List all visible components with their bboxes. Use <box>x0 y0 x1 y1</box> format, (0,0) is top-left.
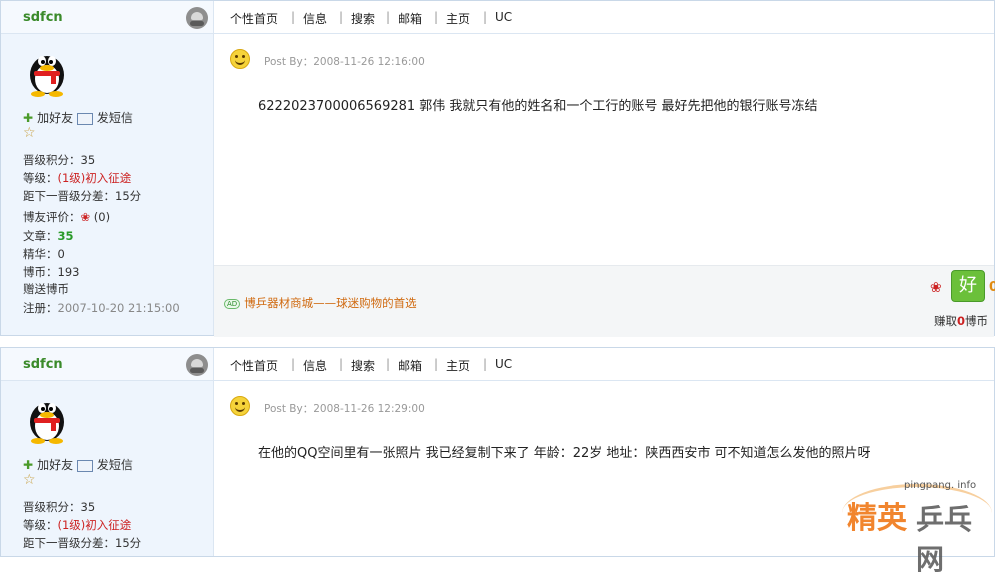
post-content: 6222023700006569281 郭伟 我就只有他的姓名和一个工行的账号 … <box>258 99 818 114</box>
earn-suffix: 博币 <box>965 314 989 328</box>
nav-home[interactable]: 个性首页 <box>230 10 278 27</box>
post-footer: AD 博乒器材商城——球迷购物的首选 ❀ 好 0 赚取0博币 <box>214 265 995 337</box>
user-sidebar: sdfcn ✚ 加好友 发短信 ☆ 晋级积分：35 等级：(1级)初入征途 距下一… <box>1 1 214 335</box>
to-next-level: 距下一晋级分差：15分 <box>23 189 142 203</box>
earn-coins: 赚取0博币 <box>934 313 988 329</box>
avatar[interactable] <box>23 392 71 444</box>
articles-label: 文章： <box>23 229 58 243</box>
rating-count: (0) <box>93 210 111 224</box>
star-icon: ☆ <box>23 472 36 488</box>
user-actions: ✚ 加好友 发短信 <box>23 109 133 126</box>
nav-mailbox[interactable]: 邮箱 <box>398 357 422 374</box>
user-status-icon <box>186 354 208 376</box>
earn-prefix: 赚取 <box>934 314 957 328</box>
nav-sep: | <box>386 10 391 24</box>
nav-homepage[interactable]: 主页 <box>446 357 470 374</box>
good-count: 0 <box>989 280 995 295</box>
score: 晋级积分：35 <box>23 500 96 514</box>
plus-icon: ✚ <box>23 111 34 125</box>
essence: 精华：0 <box>23 247 65 261</box>
nav-sep: | <box>434 10 439 24</box>
username-link[interactable]: sdfcn <box>23 357 63 372</box>
star-icon: ☆ <box>23 125 36 141</box>
nav-sep: | <box>291 10 296 24</box>
earn-value: 0 <box>957 314 966 328</box>
envelope-icon <box>76 112 93 125</box>
user-header: sdfcn <box>1 1 213 34</box>
nav-sep: | <box>386 357 391 371</box>
user-header: sdfcn <box>1 348 213 381</box>
nav-search[interactable]: 搜索 <box>351 357 375 374</box>
avatar[interactable] <box>23 45 71 97</box>
ad-link[interactable]: 博乒器材商城——球迷购物的首选 <box>244 296 417 310</box>
level-label: 等级： <box>23 171 58 185</box>
nav-sep: | <box>339 10 344 24</box>
articles: 文章：35 <box>23 227 74 245</box>
rating-label: 博友评价： <box>23 210 81 224</box>
plus-icon: ✚ <box>23 458 34 472</box>
nav-home[interactable]: 个性首页 <box>230 357 278 374</box>
nav-sep: | <box>339 357 344 371</box>
smiley-icon <box>230 49 250 69</box>
postby-time: 2008-11-26 12:29:00 <box>313 403 425 415</box>
send-message-link[interactable]: 发短信 <box>97 458 133 472</box>
nav-uc[interactable]: UC <box>495 10 512 24</box>
user-sidebar: sdfcn ✚ 加好友 发短信 ☆ 晋级积分：35 等级：(1级)初入征途 距下一… <box>1 348 214 556</box>
post-content: 在他的QQ空间里有一张照片 我已经复制下来了 年龄：22岁 地址：陕西西安市 可… <box>258 446 871 461</box>
nav-info[interactable]: 信息 <box>303 357 327 374</box>
good-button[interactable]: 好 <box>951 270 985 302</box>
rating: 博友评价：❀ (0) <box>23 208 110 226</box>
watermark-brand-b: 乒乓网 <box>916 503 973 576</box>
level: 等级：(1级)初入征途 <box>23 169 131 187</box>
flower-icon: ❀ <box>80 210 91 224</box>
user-nav: 个性首页 | 信息 | 搜索 | 邮箱 | 主页 | UC <box>214 1 994 34</box>
watermark-brand-a: 精英 <box>847 501 907 536</box>
reg-value: 2007-10-20 21:15:00 <box>57 301 180 315</box>
coins: 博币：193 <box>23 265 80 279</box>
add-friend-link[interactable]: 加好友 <box>37 458 73 472</box>
postby-time: 2008-11-26 12:16:00 <box>313 56 425 68</box>
add-friend-link[interactable]: 加好友 <box>37 111 73 125</box>
nav-uc[interactable]: UC <box>495 357 512 371</box>
envelope-icon <box>76 459 93 472</box>
user-nav: 个性首页 | 信息 | 搜索 | 邮箱 | 主页 | UC <box>214 348 994 381</box>
ad-link-wrap: AD 博乒器材商城——球迷购物的首选 <box>224 295 417 311</box>
articles-value: 35 <box>57 229 74 243</box>
rose-icon[interactable]: ❀ <box>930 280 942 296</box>
user-status-icon <box>186 7 208 29</box>
user-actions: ✚ 加好友 发短信 <box>23 456 133 473</box>
nav-sep: | <box>483 357 488 371</box>
nav-search[interactable]: 搜索 <box>351 10 375 27</box>
nav-sep: | <box>434 357 439 371</box>
postby-label: Post By： <box>264 403 314 415</box>
postby-label: Post By： <box>264 56 314 68</box>
watermark-url: pingpang. info <box>904 480 977 491</box>
registered: 注册：2007-10-20 21:15:00 <box>23 299 180 317</box>
to-next-level: 距下一晋级分差：15分 <box>23 536 142 550</box>
level-value: (1级)初入征途 <box>57 518 132 532</box>
post-meta: Post By：2008-11-26 12:29:00 <box>264 401 425 416</box>
send-message-link[interactable]: 发短信 <box>97 111 133 125</box>
post-meta: Post By：2008-11-26 12:16:00 <box>264 54 425 69</box>
smiley-icon <box>230 396 250 416</box>
level: 等级：(1级)初入征途 <box>23 516 131 534</box>
nav-homepage[interactable]: 主页 <box>446 10 470 27</box>
nav-sep: | <box>483 10 488 24</box>
score: 晋级积分：35 <box>23 153 96 167</box>
nav-sep: | <box>291 357 296 371</box>
username-link[interactable]: sdfcn <box>23 10 63 25</box>
gift-coins-link[interactable]: 赠送博币 <box>23 280 69 298</box>
reg-label: 注册： <box>23 301 58 315</box>
ad-badge: AD <box>224 298 241 309</box>
nav-mailbox[interactable]: 邮箱 <box>398 10 422 27</box>
nav-info[interactable]: 信息 <box>303 10 327 27</box>
post-1: sdfcn ✚ 加好友 发短信 ☆ 晋级积分：35 等级：(1级)初入征途 距下一… <box>0 0 995 337</box>
level-label: 等级： <box>23 518 58 532</box>
level-value: (1级)初入征途 <box>57 171 132 185</box>
